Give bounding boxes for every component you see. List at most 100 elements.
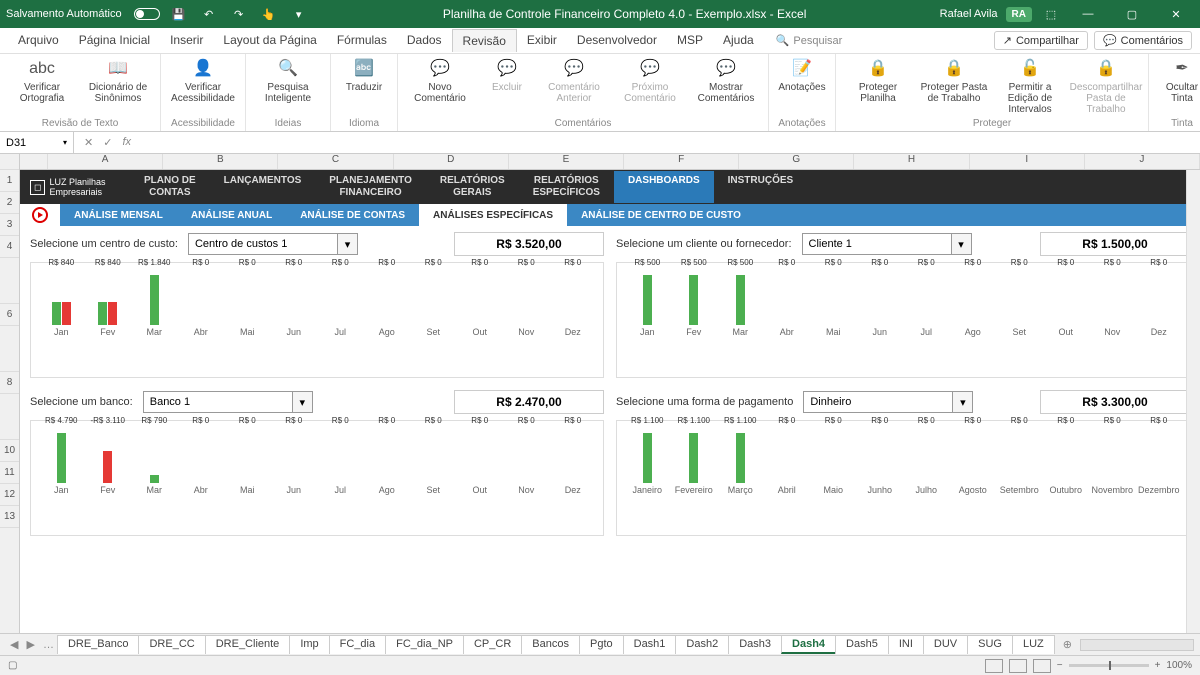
menu-desenvolvedor[interactable]: Desenvolvedor bbox=[567, 29, 667, 52]
minimize-button[interactable]: — bbox=[1070, 0, 1106, 28]
sheet-tab-duv[interactable]: DUV bbox=[923, 635, 968, 654]
selector-arrow-cliente[interactable]: ▾ bbox=[952, 233, 972, 255]
ribbon-proteger-planilha[interactable]: 🔒Proteger Planilha bbox=[842, 58, 914, 104]
sheet-tab-dre_banco[interactable]: DRE_Banco bbox=[57, 635, 140, 654]
name-box[interactable]: D31 ▾ bbox=[0, 132, 74, 153]
sheet-tab-dash4[interactable]: Dash4 bbox=[781, 635, 836, 654]
main-tab-relat-rios-gerais[interactable]: RELATÓRIOSGERAIS bbox=[426, 171, 519, 203]
user-avatar[interactable]: RA bbox=[1006, 7, 1032, 22]
zoom-level[interactable]: 100% bbox=[1166, 660, 1192, 671]
menu-página-inicial[interactable]: Página Inicial bbox=[69, 29, 160, 52]
main-tab-plano-de-contas[interactable]: PLANO DECONTAS bbox=[130, 171, 210, 203]
sheet-tab-dash2[interactable]: Dash2 bbox=[675, 635, 729, 654]
main-tab-relat-rios-espec-ficos[interactable]: RELATÓRIOSESPECÍFICOS bbox=[519, 171, 614, 203]
sheet-tab-luz[interactable]: LUZ bbox=[1012, 635, 1055, 654]
cancel-formula-icon[interactable]: ✕ bbox=[84, 136, 93, 149]
menu-revisão[interactable]: Revisão bbox=[452, 29, 517, 52]
sub-tab-an-lise-mensal[interactable]: ANÁLISE MENSAL bbox=[60, 204, 177, 226]
search-input[interactable]: Pesquisar bbox=[793, 35, 842, 47]
ribbon-mostrar-coment-rios[interactable]: 💬Mostrar Comentários bbox=[690, 58, 762, 104]
page-layout-view-button[interactable] bbox=[1009, 659, 1027, 673]
ribbon-novo-coment-rio[interactable]: 💬Novo Comentário bbox=[404, 58, 476, 104]
selector-pagamento[interactable]: Dinheiro bbox=[803, 391, 953, 413]
ribbon-proteger-pasta-de-trabalho[interactable]: 🔒Proteger Pasta de Trabalho bbox=[918, 58, 990, 104]
comments-button[interactable]: 💬 Comentários bbox=[1094, 31, 1192, 50]
horizontal-scrollbar[interactable] bbox=[1080, 639, 1194, 651]
selector-banco[interactable]: Banco 1 bbox=[143, 391, 293, 413]
sheet-tab-dre_cliente[interactable]: DRE_Cliente bbox=[205, 635, 291, 654]
ribbon-dicion-rio-de-sin-nimos[interactable]: 📖Dicionário de Sinônimos bbox=[82, 58, 154, 104]
sheet-tab-cp_cr[interactable]: CP_CR bbox=[463, 635, 522, 654]
share-button[interactable]: ↗ Compartilhar bbox=[994, 31, 1088, 50]
page-break-view-button[interactable] bbox=[1033, 659, 1051, 673]
sheet-nav-more[interactable]: … bbox=[39, 639, 58, 651]
sheet-tab-sug[interactable]: SUG bbox=[967, 635, 1013, 654]
maximize-button[interactable]: ▢ bbox=[1114, 0, 1150, 28]
close-button[interactable]: ✕ bbox=[1158, 0, 1194, 28]
add-sheet-button[interactable]: ⊕ bbox=[1055, 638, 1080, 651]
save-icon[interactable]: 💾 bbox=[168, 3, 190, 25]
main-tab-planejamento-financeiro[interactable]: PLANEJAMENTOFINANCEIRO bbox=[315, 171, 426, 203]
sheet-tab-dash1[interactable]: Dash1 bbox=[623, 635, 677, 654]
sheet-tab-dash5[interactable]: Dash5 bbox=[835, 635, 889, 654]
menu-dados[interactable]: Dados bbox=[397, 29, 452, 52]
sheet-tab-ini[interactable]: INI bbox=[888, 635, 924, 654]
sub-tab-an-lise-de-contas[interactable]: ANÁLISE DE CONTAS bbox=[286, 204, 419, 226]
ribbon-ocultar-tinta[interactable]: ✒Ocultar Tinta bbox=[1155, 58, 1200, 104]
selector-arrow-banco[interactable]: ▾ bbox=[293, 391, 313, 413]
normal-view-button[interactable] bbox=[985, 659, 1003, 673]
play-button[interactable] bbox=[20, 204, 60, 226]
row-headers[interactable]: 12346810111213 bbox=[0, 154, 20, 633]
main-tab-lan-amentos-[interactable]: LANÇAMENTOS bbox=[210, 171, 316, 203]
ribbon-verificar-ortografia[interactable]: abcVerificar Ortografia bbox=[6, 58, 78, 104]
sub-tab-an-lises-espec-ficas[interactable]: ANÁLISES ESPECÍFICAS bbox=[419, 204, 567, 226]
menu-fórmulas[interactable]: Fórmulas bbox=[327, 29, 397, 52]
zoom-slider[interactable] bbox=[1069, 664, 1149, 667]
window-title: Planilha de Controle Financeiro Completo… bbox=[310, 7, 940, 21]
ribbon-permitir-a-edi-o-de-intervalos[interactable]: 🔓Permitir a Edição de Intervalos bbox=[994, 58, 1066, 115]
touch-mode-icon[interactable]: 👆 bbox=[258, 3, 280, 25]
ribbon: abcVerificar Ortografia📖Dicionário de Si… bbox=[0, 54, 1200, 132]
selector-arrow-pagamento[interactable]: ▾ bbox=[953, 391, 973, 413]
menu-msp[interactable]: MSP bbox=[667, 29, 713, 52]
ribbon-traduzir[interactable]: 🔤Traduzir bbox=[337, 58, 391, 93]
sheet-tab-fc_dia_np[interactable]: FC_dia_NP bbox=[385, 635, 464, 654]
sub-tab-an-lise-de-centro-de-custo[interactable]: ANÁLISE DE CENTRO DE CUSTO bbox=[567, 204, 755, 226]
redo-icon[interactable]: ↷ bbox=[228, 3, 250, 25]
menu-ajuda[interactable]: Ajuda bbox=[713, 29, 764, 52]
selector-cliente[interactable]: Cliente 1 bbox=[802, 233, 952, 255]
sheet-tab-pgto[interactable]: Pgto bbox=[579, 635, 624, 654]
ribbon-display-icon[interactable]: ⬚ bbox=[1040, 3, 1062, 25]
chevron-down-icon[interactable]: ▾ bbox=[63, 138, 67, 147]
vertical-scrollbar[interactable] bbox=[1186, 170, 1200, 633]
ribbon-verificar-acessibilidade[interactable]: 👤Verificar Acessibilidade bbox=[167, 58, 239, 104]
menu-layout-da-página[interactable]: Layout da Página bbox=[213, 29, 326, 52]
autosave-toggle[interactable] bbox=[134, 8, 160, 20]
sheet-tab-dre_cc[interactable]: DRE_CC bbox=[138, 635, 205, 654]
menu-inserir[interactable]: Inserir bbox=[160, 29, 213, 52]
undo-icon[interactable]: ↶ bbox=[198, 3, 220, 25]
ribbon-pesquisa-inteligente[interactable]: 🔍Pesquisa Inteligente bbox=[252, 58, 324, 104]
sheet-tab-imp[interactable]: Imp bbox=[289, 635, 329, 654]
qat-dropdown-icon[interactable]: ▾ bbox=[288, 3, 310, 25]
sheet-tab-dash3[interactable]: Dash3 bbox=[728, 635, 782, 654]
main-tab-dashboards-[interactable]: DASHBOARDS bbox=[614, 171, 714, 203]
sub-tab-an-lise-anual[interactable]: ANÁLISE ANUAL bbox=[177, 204, 286, 226]
menu-exibir[interactable]: Exibir bbox=[517, 29, 567, 52]
record-macro-icon[interactable]: ▢ bbox=[8, 660, 17, 671]
user-name[interactable]: Rafael Avila bbox=[940, 8, 998, 20]
main-tab-instru-es-[interactable]: INSTRUÇÕES bbox=[714, 171, 808, 203]
sheet-tab-bancos[interactable]: Bancos bbox=[521, 635, 580, 654]
sheet-nav-next[interactable]: ▶ bbox=[22, 638, 38, 651]
fx-icon[interactable]: fx bbox=[122, 136, 131, 149]
menu-arquivo[interactable]: Arquivo bbox=[8, 29, 69, 52]
sheet-nav-prev[interactable]: ◀ bbox=[6, 638, 22, 651]
ribbon-anota-es[interactable]: 📝Anotações bbox=[775, 58, 829, 93]
zoom-out-button[interactable]: − bbox=[1057, 660, 1063, 671]
sheet-tab-fc_dia[interactable]: FC_dia bbox=[329, 635, 386, 654]
zoom-in-button[interactable]: + bbox=[1155, 660, 1161, 671]
accept-formula-icon[interactable]: ✓ bbox=[103, 136, 112, 149]
column-headers[interactable]: ABCDEFGHIJ bbox=[20, 154, 1200, 170]
selector-centro[interactable]: Centro de custos 1 bbox=[188, 233, 338, 255]
selector-arrow-centro[interactable]: ▾ bbox=[338, 233, 358, 255]
